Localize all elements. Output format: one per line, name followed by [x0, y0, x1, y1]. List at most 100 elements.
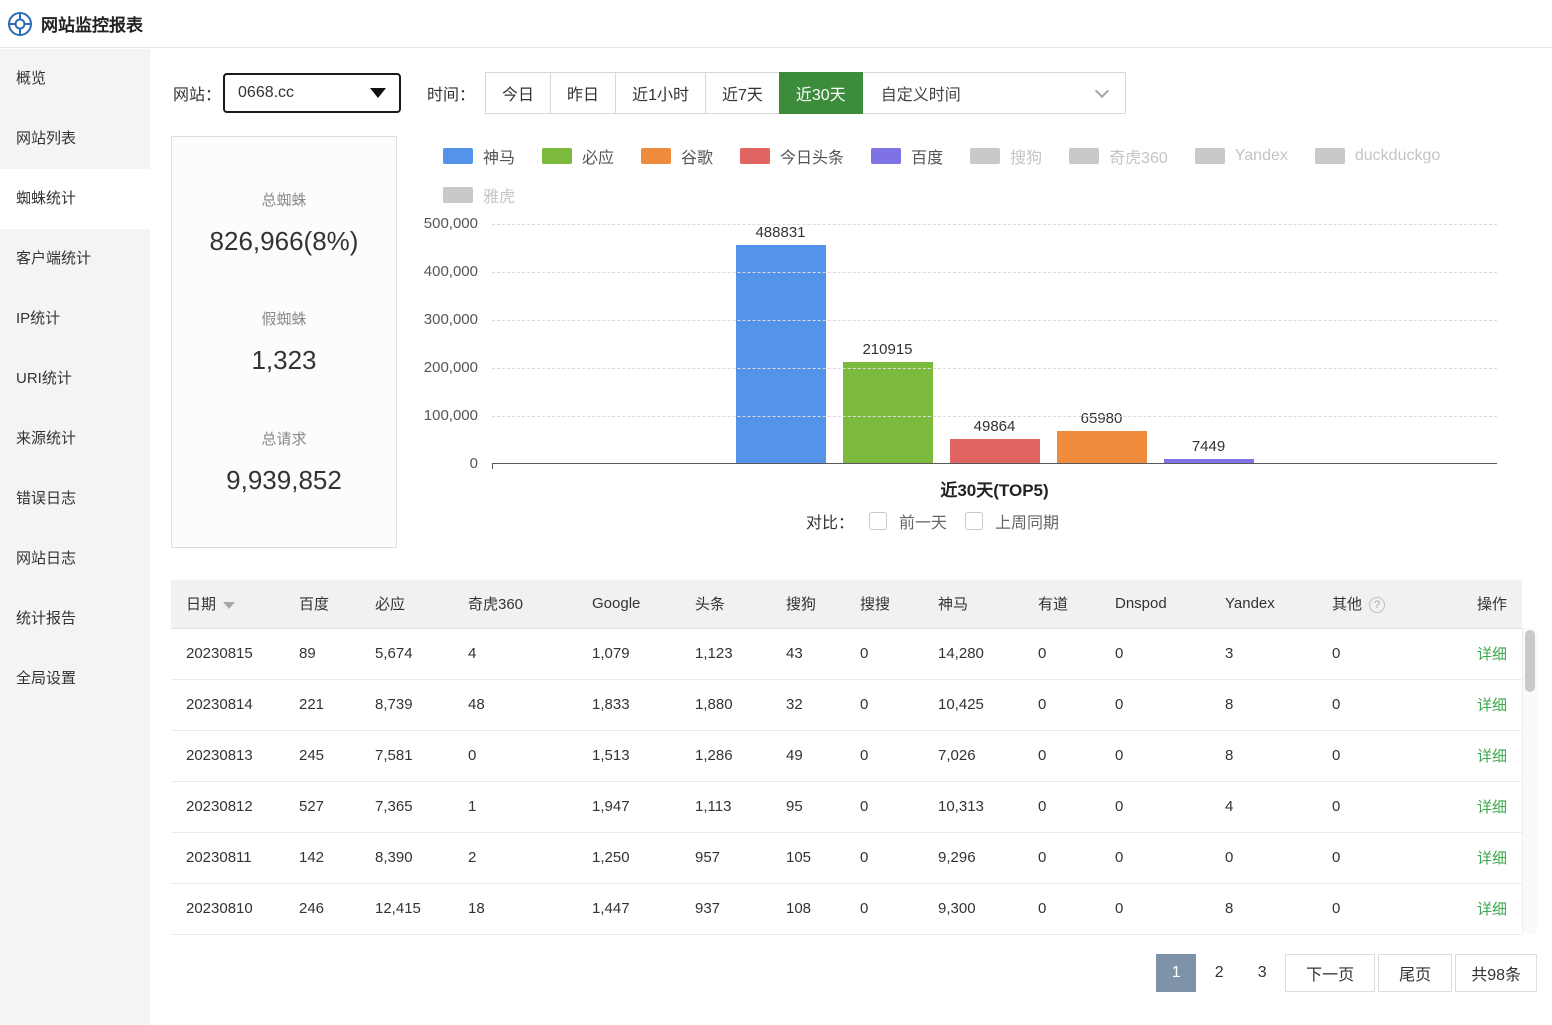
site-select-value: 0668.cc	[238, 84, 294, 102]
page-button-2[interactable]: 2	[1199, 954, 1239, 992]
detail-link[interactable]: 详细	[1477, 799, 1507, 816]
chart-legend: 神马 必应 谷歌 今日头条 百度 搜狗 奇虎360 Yandex duckduckgo 雅虎	[443, 144, 1518, 207]
table-body: 20230815895,67441,0791,12343014,2800030详…	[171, 628, 1522, 934]
time-button-1[interactable]: 昨日	[550, 72, 616, 114]
compare-option-1[interactable]: 上周同期	[965, 509, 1059, 533]
legend-swatch	[443, 148, 473, 164]
detail-link[interactable]: 详细	[1477, 901, 1507, 918]
bar-value-label: 65980	[1081, 410, 1123, 427]
date-cell: 20230814	[171, 679, 285, 730]
checkbox-icon[interactable]	[869, 512, 887, 530]
value-cell: 32	[772, 679, 846, 730]
value-cell: 4	[454, 628, 578, 679]
date-cell: 20230811	[171, 832, 285, 883]
legend-swatch	[443, 187, 473, 203]
time-button-2[interactable]: 近1小时	[615, 72, 706, 114]
sidebar-item-8[interactable]: 网站日志	[0, 529, 150, 589]
legend-item-0[interactable]: 神马	[443, 144, 515, 168]
spider-table-wrap: 日期百度必应奇虎360Google头条搜狗搜搜神马有道DnspodYandex其…	[171, 580, 1522, 935]
sidebar-item-5[interactable]: URI统计	[0, 349, 150, 409]
value-cell: 0	[1024, 832, 1101, 883]
site-select[interactable]: 0668.cc	[223, 73, 401, 113]
table-row: 2023081024612,415181,44793710809,3000080…	[171, 883, 1522, 934]
time-button-4[interactable]: 近30天	[779, 72, 863, 114]
value-cell: 1	[454, 781, 578, 832]
page-button-1[interactable]: 1	[1156, 954, 1196, 992]
legend-item-8[interactable]: duckduckgo	[1315, 144, 1440, 168]
value-cell: 8,739	[361, 679, 454, 730]
value-cell: 5,674	[361, 628, 454, 679]
column-header-label: 其他	[1332, 596, 1362, 613]
value-cell: 0	[1101, 730, 1211, 781]
detail-link[interactable]: 详细	[1477, 697, 1507, 714]
bar-rect	[950, 439, 1040, 463]
sidebar-item-4[interactable]: IP统计	[0, 289, 150, 349]
column-header-0[interactable]: 日期	[171, 580, 285, 628]
sidebar-item-6[interactable]: 来源统计	[0, 409, 150, 469]
bar-rect	[843, 362, 933, 463]
value-cell: 0	[1101, 628, 1211, 679]
value-cell: 0	[1101, 679, 1211, 730]
table-row: 202308111428,39021,25095710509,2960000详细	[171, 832, 1522, 883]
stat-block-0: 总蜘蛛826,966(8%)	[172, 189, 396, 257]
column-header-10: Dnspod	[1101, 580, 1211, 628]
checkbox-icon[interactable]	[965, 512, 983, 530]
next-page-button[interactable]: 下一页	[1285, 954, 1375, 992]
legend-item-3[interactable]: 今日头条	[740, 144, 844, 168]
legend-item-6[interactable]: 奇虎360	[1069, 144, 1168, 168]
bar-谷歌: 65980	[1057, 224, 1147, 463]
column-header-11: Yandex	[1211, 580, 1318, 628]
bar-value-label: 488831	[755, 224, 805, 241]
app-logo-icon	[7, 11, 33, 37]
value-cell: 221	[285, 679, 361, 730]
legend-item-7[interactable]: Yandex	[1195, 144, 1288, 168]
column-header-1: 百度	[285, 580, 361, 628]
detail-link[interactable]: 详细	[1477, 850, 1507, 867]
detail-link[interactable]: 详细	[1477, 748, 1507, 765]
pagination-pages: 123	[1156, 954, 1282, 992]
column-header-label: Dnspod	[1115, 595, 1167, 612]
last-page-button[interactable]: 尾页	[1378, 954, 1452, 992]
app-header: 网站监控报表	[0, 0, 1552, 48]
stat-value: 9,939,852	[172, 465, 396, 496]
table-scrollbar-track[interactable]	[1522, 628, 1537, 934]
sidebar-item-10[interactable]: 全局设置	[0, 649, 150, 709]
bar-rect	[736, 245, 826, 463]
column-header-label: Yandex	[1225, 595, 1275, 612]
legend-item-1[interactable]: 必应	[542, 144, 614, 168]
legend-label: 谷歌	[681, 144, 713, 168]
legend-item-5[interactable]: 搜狗	[970, 144, 1042, 168]
bar-百度: 7449	[1164, 224, 1254, 463]
sidebar-item-3[interactable]: 客户端统计	[0, 229, 150, 289]
value-cell: 0	[1318, 628, 1463, 679]
detail-link[interactable]: 详细	[1477, 646, 1507, 663]
sidebar-item-1[interactable]: 网站列表	[0, 109, 150, 169]
legend-label: 搜狗	[1010, 144, 1042, 168]
bar-chart-plot: 48883121091549864659807449	[492, 224, 1497, 464]
table-scrollbar-thumb[interactable]	[1525, 630, 1535, 692]
legend-item-4[interactable]: 百度	[871, 144, 943, 168]
value-cell: 0	[1318, 781, 1463, 832]
total-count: 共98条	[1455, 954, 1537, 992]
column-header-5: 头条	[681, 580, 772, 628]
pagination: 123 下一页 尾页 共98条	[171, 954, 1537, 992]
legend-item-9[interactable]: 雅虎	[443, 183, 515, 207]
column-header-label: 神马	[938, 596, 968, 613]
sidebar-item-0[interactable]: 概览	[0, 49, 150, 109]
compare-option-0[interactable]: 前一天	[869, 509, 947, 533]
time-button-3[interactable]: 近7天	[705, 72, 780, 114]
custom-time-select[interactable]: 自定义时间	[862, 72, 1126, 114]
value-cell: 95	[772, 781, 846, 832]
value-cell: 0	[846, 883, 924, 934]
legend-item-2[interactable]: 谷歌	[641, 144, 713, 168]
time-button-group: 今日昨日近1小时近7天近30天	[485, 72, 863, 114]
time-button-0[interactable]: 今日	[485, 72, 551, 114]
value-cell: 0	[846, 628, 924, 679]
page-button-3[interactable]: 3	[1242, 954, 1282, 992]
sidebar-item-2[interactable]: 蜘蛛统计	[0, 169, 150, 229]
stat-value: 826,966(8%)	[172, 226, 396, 257]
sidebar-item-9[interactable]: 统计报告	[0, 589, 150, 649]
value-cell: 8	[1211, 679, 1318, 730]
legend-label: duckduckgo	[1355, 147, 1440, 165]
sidebar-item-7[interactable]: 错误日志	[0, 469, 150, 529]
